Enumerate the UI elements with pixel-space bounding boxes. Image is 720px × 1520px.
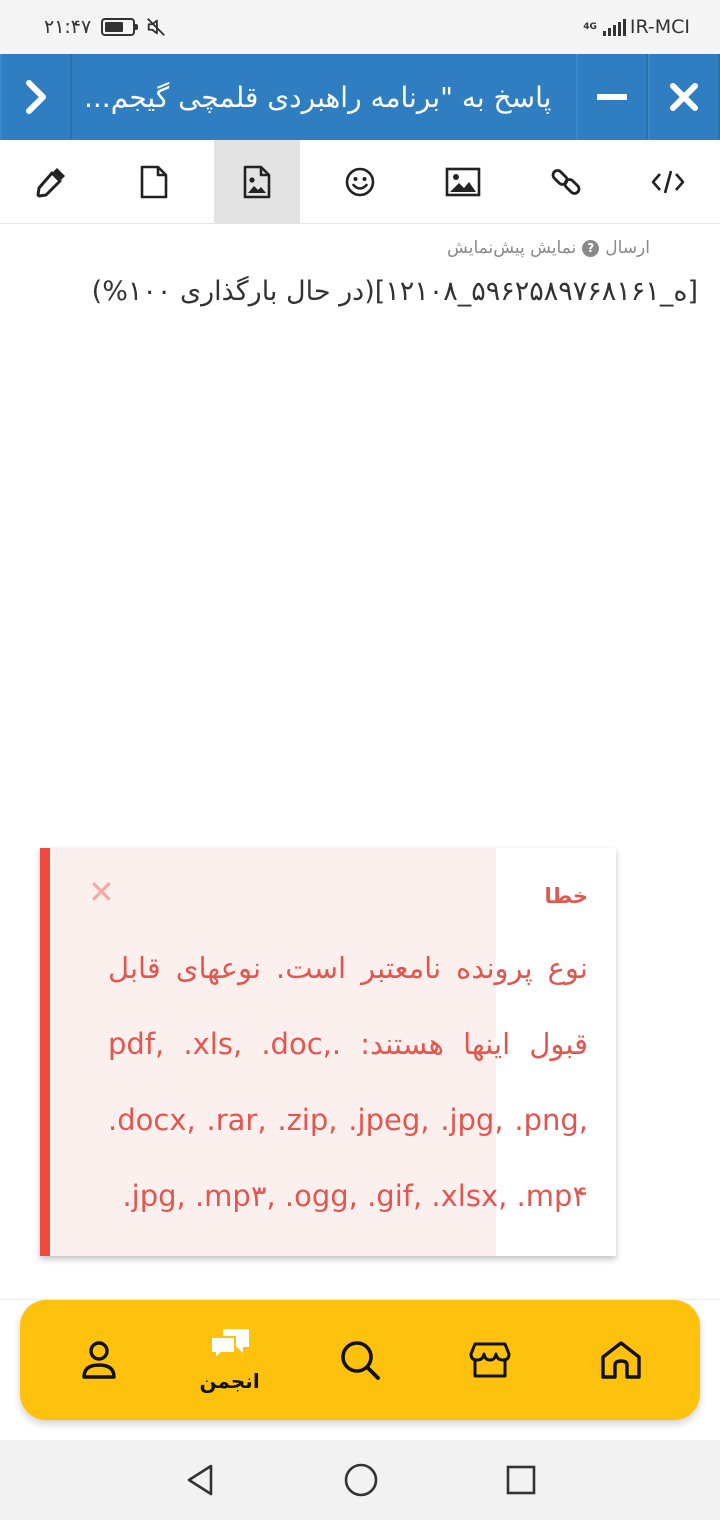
file-icon [140,165,168,198]
editor-toolbar [0,140,720,224]
preview-link[interactable]: نمایش پیش‌نمایش [447,238,576,258]
home-icon [601,1341,641,1379]
status-left: ۲۱:۴۷ [44,16,167,38]
search-icon [341,1341,380,1380]
reply-header: پاسخ به "برنامه راهبردی قلمچی گیجم... [0,54,720,140]
toast-message: نوع پرونده نامعتبر است. نوعهای قابل قبول… [108,951,588,1213]
attach-image-file-button[interactable] [214,140,301,223]
store-icon [469,1342,511,1378]
color-picker-icon [36,167,66,197]
emoji-button[interactable] [317,140,403,223]
nav-profile[interactable] [44,1300,154,1420]
insert-code-button[interactable] [625,140,711,223]
minimize-icon [597,94,627,100]
toast-title: خطا [544,884,588,908]
minimize-button[interactable] [576,54,648,140]
image-file-icon [243,165,271,198]
carrier-name: IR-MCI [629,16,690,38]
forum-icon [209,1329,249,1362]
color-picker-button[interactable] [8,140,94,223]
toast-close-button[interactable]: ✕ [88,876,115,908]
expand-button[interactable] [0,54,72,140]
battery-icon [101,18,139,36]
link-icon [551,168,581,195]
nav-search[interactable] [305,1300,415,1420]
emoji-icon [345,167,375,196]
mute-icon [147,18,166,36]
insert-link-button[interactable] [523,140,609,223]
bottom-nav: انجمن [20,1300,700,1420]
reply-title: پاسخ به "برنامه راهبردی قلمچی گیجم... [84,80,552,114]
status-right: 4G IR-MCI [583,16,690,38]
nav-store[interactable] [435,1300,545,1420]
code-icon [652,170,685,193]
network-type: 4G [583,21,597,32]
chevron-right-icon [26,80,46,114]
send-link[interactable]: ارسال [605,238,650,258]
help-icon[interactable]: ? [582,239,600,257]
signal-icon [602,18,626,36]
back-icon[interactable] [183,1462,217,1498]
close-icon [670,83,698,111]
status-time: ۲۱:۴۷ [44,16,92,38]
editor-content[interactable]: [ه_۵۹۶۲۵۸۹۷۶۸۱۶۱_۱۲۱۰۸](در حال بارگذاری … [18,276,698,307]
profile-icon [82,1341,116,1379]
nav-home[interactable] [566,1300,676,1420]
insert-image-button[interactable] [420,140,506,223]
image-icon [445,167,481,196]
recents-icon[interactable] [505,1464,537,1496]
system-nav-bar [0,1440,720,1520]
nav-forum-label: انجمن [199,1369,260,1393]
error-toast: ✕ خطا نوع پرونده نامعتبر است. نوعهای قاب… [40,848,616,1256]
attach-file-button[interactable] [111,140,197,223]
home-circle-icon[interactable] [343,1462,379,1498]
close-button[interactable] [648,54,720,140]
status-bar: ۲۱:۴۷ 4G IR-MCI [0,0,720,54]
preview-toggle-row: ارسال ? نمایش پیش‌نمایش [447,238,650,258]
nav-forum[interactable]: انجمن [175,1300,285,1420]
